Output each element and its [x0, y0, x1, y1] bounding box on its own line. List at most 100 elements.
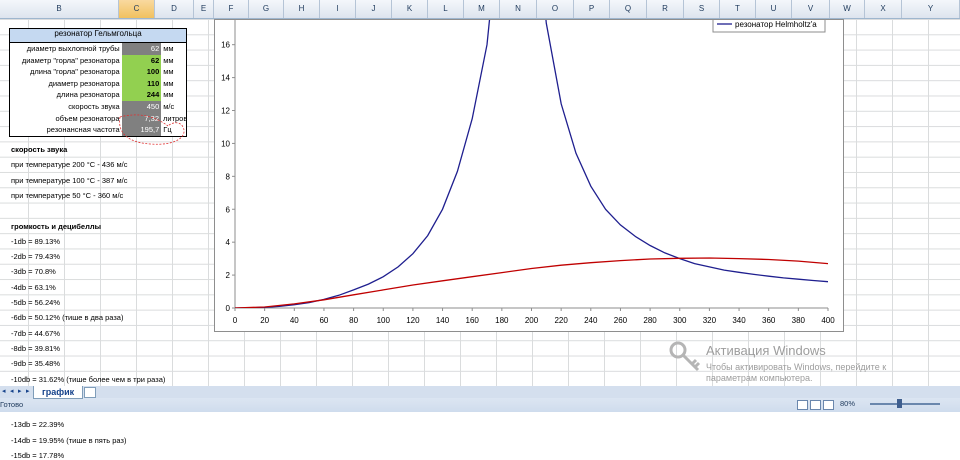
y-tick-label: 8	[226, 172, 231, 181]
column-header-s[interactable]: S	[684, 0, 720, 18]
sheet-tab-grafik[interactable]: график	[33, 386, 84, 399]
param-value[interactable]: 7,32	[121, 112, 161, 125]
x-tick-label: 60	[319, 316, 328, 325]
series-line-1	[235, 257, 828, 308]
page-break-icon[interactable]	[823, 400, 834, 410]
note-line[interactable]: при температуре 50 °С - 360 м/с	[11, 191, 123, 200]
x-tick-label: 360	[762, 316, 776, 325]
x-tick-label: 400	[821, 316, 835, 325]
note-line[interactable]: при температуре 100 °С - 387 м/с	[11, 176, 127, 185]
column-header-e[interactable]: E	[194, 0, 214, 18]
param-label: скорость звука	[68, 101, 120, 111]
column-header-f[interactable]: F	[214, 0, 249, 18]
zoom-slider[interactable]	[870, 403, 940, 405]
note-line[interactable]: -1db = 89.13%	[11, 237, 60, 246]
column-header-bar: BCDEFGHIJKLMNOPQRSTUVWXY	[0, 0, 960, 19]
normal-view-icon[interactable]	[797, 400, 808, 410]
note-line[interactable]: -10db = 31.62% (тише более чем в три раз…	[11, 375, 165, 384]
table-row: диаметр резонатора 110 мм	[10, 77, 186, 90]
column-header-m[interactable]: M	[464, 0, 500, 18]
page-layout-icon[interactable]	[810, 400, 821, 410]
note-line[interactable]: -8db = 39.81%	[11, 344, 60, 353]
column-header-l[interactable]: L	[428, 0, 464, 18]
param-value[interactable]: 244	[121, 89, 162, 101]
param-value[interactable]: 62	[121, 54, 162, 67]
note-line[interactable]: -3db = 70.8%	[11, 267, 56, 276]
activation-title: Активация Windows	[706, 343, 826, 358]
param-value[interactable]: 195,7	[121, 124, 162, 136]
next-sheet-icon[interactable]: ▸	[18, 387, 24, 396]
x-tick-label: 160	[466, 316, 480, 325]
column-header-i[interactable]: I	[320, 0, 356, 18]
x-tick-label: 220	[554, 316, 568, 325]
column-header-h[interactable]: H	[284, 0, 320, 18]
param-value[interactable]: 100	[121, 66, 162, 78]
y-tick-label: 12	[221, 107, 230, 116]
parameters-table: резонатор Гельмгольца диаметр выхлопной …	[9, 28, 187, 137]
zoom-level[interactable]: 80%	[840, 399, 855, 408]
column-header-g[interactable]: G	[249, 0, 284, 18]
x-tick-label: 320	[703, 316, 717, 325]
column-header-x[interactable]: X	[865, 0, 902, 18]
param-unit: мм	[163, 44, 174, 53]
table-row: длина резонатора 244 мм	[10, 89, 186, 101]
note-line[interactable]: -13db = 22.39%	[11, 420, 64, 429]
note-line[interactable]: -15db = 17.78%	[11, 451, 64, 460]
column-header-o[interactable]: O	[537, 0, 574, 18]
column-header-q[interactable]: Q	[610, 0, 647, 18]
x-tick-label: 300	[673, 316, 687, 325]
param-value[interactable]: 62	[121, 43, 162, 55]
y-tick-label: 6	[226, 205, 231, 214]
table-row: диаметр выхлопной трубы 62 мм	[10, 43, 186, 55]
insert-sheet-icon[interactable]	[84, 387, 96, 398]
x-tick-label: 200	[525, 316, 539, 325]
column-header-n[interactable]: N	[500, 0, 537, 18]
column-header-r[interactable]: R	[647, 0, 684, 18]
x-tick-label: 340	[732, 316, 746, 325]
note-line[interactable]: -7db = 44.67%	[11, 329, 60, 338]
param-label: диаметр выхлопной трубы	[26, 44, 120, 53]
column-header-k[interactable]: K	[392, 0, 428, 18]
note-line[interactable]: -4db = 63.1%	[11, 283, 56, 292]
note-line[interactable]: -2db = 79.43%	[11, 252, 60, 261]
x-tick-label: 40	[290, 316, 299, 325]
param-value[interactable]: 450	[121, 100, 162, 113]
param-unit: литров	[163, 113, 188, 123]
note-line[interactable]: -14db = 19.95% (тише в пять раз)	[11, 436, 126, 445]
column-header-c[interactable]: C	[119, 0, 155, 18]
table-row: длина "горла" резонатора 100 мм	[10, 66, 186, 78]
activation-line-2: параметрам компьютера.	[706, 373, 813, 383]
column-header-b[interactable]: B	[0, 0, 119, 18]
param-value[interactable]: 110	[121, 77, 162, 90]
param-label: резонансная частота	[46, 125, 120, 135]
column-header-t[interactable]: T	[720, 0, 756, 18]
column-header-y[interactable]: Y	[902, 0, 960, 18]
table-row: скорость звука 450 м/с	[10, 100, 186, 113]
note-line[interactable]: -6db = 50.12% (тише в два раза)	[11, 313, 123, 322]
zoom-slider-thumb[interactable]	[897, 399, 902, 408]
note-line[interactable]: скорость звука	[11, 145, 67, 154]
column-header-v[interactable]: V	[792, 0, 830, 18]
series-line-0	[235, 20, 828, 308]
first-sheet-icon[interactable]: ◂	[2, 387, 8, 396]
note-line[interactable]: -9db = 35.48%	[11, 359, 60, 368]
column-header-u[interactable]: U	[756, 0, 792, 18]
x-tick-label: 280	[643, 316, 657, 325]
note-line[interactable]: громкость и децибеллы	[11, 222, 101, 231]
param-unit: мм	[163, 90, 174, 100]
param-label: диаметр резонатора	[48, 78, 120, 88]
chart-area[interactable]: 0 2 4 6 8 10 12 14 16 0 20 40 60 80 100 120 140 160 180 200…	[214, 19, 844, 332]
param-unit: м/с	[163, 101, 175, 111]
column-header-w[interactable]: W	[830, 0, 865, 18]
prev-sheet-icon[interactable]: ◂	[10, 387, 16, 396]
last-sheet-icon[interactable]: ▸	[26, 387, 32, 396]
x-tick-label: 180	[495, 316, 509, 325]
param-unit: мм	[163, 67, 174, 77]
note-line[interactable]: -5db = 56.24%	[11, 298, 60, 307]
column-header-j[interactable]: J	[356, 0, 392, 18]
x-tick-label: 240	[584, 316, 598, 325]
column-header-d[interactable]: D	[155, 0, 194, 18]
table-row: диаметр "горла" резонатора 62 мм	[10, 54, 186, 67]
note-line[interactable]: при температуре 200 °С - 436 м/с	[11, 160, 127, 169]
column-header-p[interactable]: P	[574, 0, 610, 18]
